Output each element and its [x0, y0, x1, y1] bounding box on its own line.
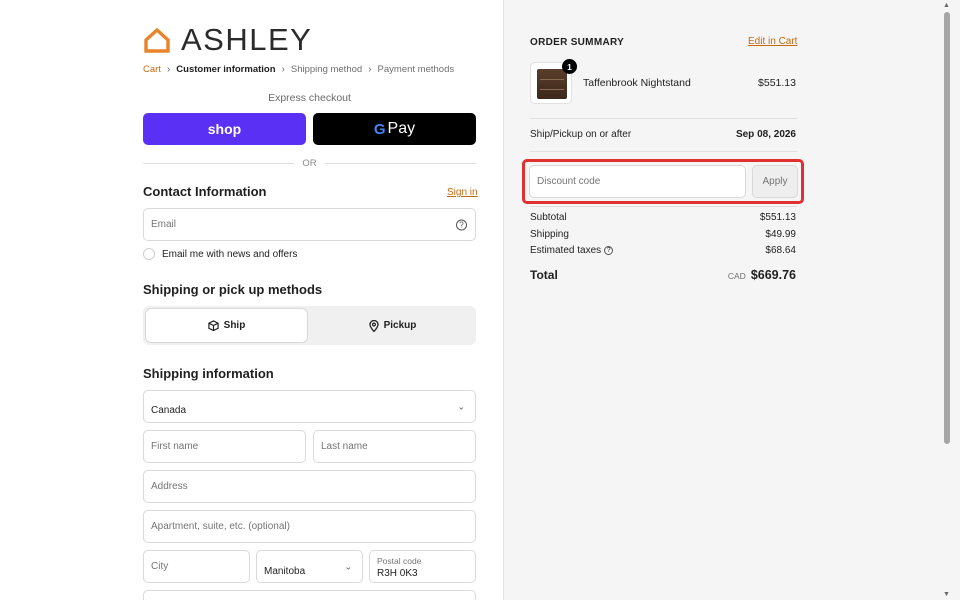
checkout-form-panel: ASHLEY Cart › Customer information › Shi… [0, 0, 503, 600]
page-scrollbar[interactable]: ▲ ▼ [942, 0, 952, 600]
summary-divider [530, 118, 797, 119]
chevron-right-icon: › [166, 64, 171, 75]
nightstand-image [537, 69, 567, 99]
or-divider: OR [143, 158, 476, 169]
shop-pay-label: shop [207, 121, 242, 137]
breadcrumb-payment-methods: Payment methods [377, 64, 455, 75]
info-icon[interactable]: ? [604, 245, 614, 255]
location-pin-icon [368, 319, 379, 332]
postal-code-label: Postal code [377, 556, 422, 566]
express-checkout-label: Express checkout [268, 92, 351, 104]
postal-code-field[interactable]: Postal code R3H 0K3 [369, 550, 476, 583]
product-name: Taffenbrook Nightstand [583, 77, 691, 89]
shipping-methods-title: Shipping or pick up methods [143, 282, 323, 297]
address-field[interactable]: Address [143, 470, 476, 503]
estimated-taxes-row: Estimated taxes? [530, 245, 614, 256]
first-name-placeholder: First name [151, 441, 199, 452]
discount-code-placeholder: Discount code [537, 176, 601, 187]
shipping-information-title: Shipping information [143, 366, 274, 381]
last-name-field[interactable]: Last name [313, 430, 476, 463]
apartment-placeholder: Apartment, suite, etc. (optional) [151, 521, 290, 532]
email-placeholder: Email [151, 219, 177, 230]
estimated-taxes-value: $68.64 [765, 245, 796, 256]
city-field[interactable]: City [143, 550, 250, 583]
postal-code-value: R3H 0K3 [377, 568, 418, 579]
quantity-badge: 1 [562, 59, 577, 74]
scrollbar-thumb[interactable] [944, 12, 950, 444]
chevron-right-icon: › [281, 64, 285, 75]
google-pay-label: Pay [387, 120, 416, 137]
newsletter-label: Email me with news and offers [162, 248, 298, 260]
brand-logo[interactable]: ASHLEY [143, 22, 313, 57]
discount-code-input[interactable]: Discount code [529, 165, 746, 198]
divider-line [324, 163, 476, 164]
pickup-option[interactable]: Pickup [312, 309, 473, 342]
breadcrumb: Cart › Customer information › Shipping m… [143, 64, 454, 75]
product-price: $551.13 [758, 77, 796, 89]
ship-pickup-label: Ship/Pickup on or after [530, 129, 632, 140]
contact-information-title: Contact Information [143, 184, 267, 199]
newsletter-checkbox[interactable] [143, 248, 155, 260]
brand-name: ASHLEY [181, 22, 313, 57]
scroll-down-arrow-icon[interactable]: ▼ [943, 591, 950, 598]
house-outline-icon [144, 27, 170, 53]
summary-divider [530, 206, 797, 207]
pickup-option-label: Pickup [383, 320, 417, 331]
chevron-down-icon: ⌄ [457, 401, 465, 411]
first-name-field[interactable]: First name [143, 430, 306, 463]
email-field[interactable]: Email ? [143, 208, 476, 241]
ship-option-label: Ship [223, 320, 246, 331]
google-pay-button[interactable]: G Pay [313, 113, 476, 145]
breadcrumb-cart[interactable]: Cart [143, 64, 161, 75]
estimated-taxes-label: Estimated taxes [530, 245, 602, 256]
phone-field[interactable] [143, 590, 476, 600]
total-amount: $669.76 [750, 268, 796, 282]
city-placeholder: City [151, 561, 169, 572]
country-value: Canada [151, 405, 187, 416]
help-icon[interactable]: ? [456, 219, 467, 230]
divider-line [143, 163, 295, 164]
summary-divider [530, 151, 797, 152]
address-placeholder: Address [151, 481, 188, 492]
newsletter-checkbox-row[interactable]: Email me with news and offers [143, 248, 297, 260]
subtotal-label: Subtotal [530, 212, 567, 223]
shop-pay-button[interactable]: shop [143, 113, 306, 145]
scroll-up-arrow-icon[interactable]: ▲ [943, 2, 950, 9]
breadcrumb-shipping-method: Shipping method [290, 64, 363, 75]
total-label: Total [530, 268, 558, 282]
total-value-group: CAD $669.76 [728, 268, 796, 282]
shipping-cost-value: $49.99 [765, 229, 796, 240]
google-g-icon: G [373, 120, 386, 138]
apply-discount-button[interactable]: Apply [752, 165, 798, 198]
ship-option[interactable]: Ship [146, 309, 307, 342]
province-value: Manitoba [264, 566, 306, 577]
order-summary-title: ORDER SUMMARY [530, 37, 625, 48]
or-label: OR [302, 158, 317, 169]
chevron-right-icon: › [368, 64, 372, 75]
province-select[interactable]: Manitoba ⌄ [256, 550, 363, 583]
subtotal-value: $551.13 [759, 212, 796, 223]
apartment-field[interactable]: Apartment, suite, etc. (optional) [143, 510, 476, 543]
total-currency: CAD [727, 271, 746, 281]
shipping-cost-label: Shipping [530, 229, 569, 240]
edit-in-cart-link[interactable]: Edit in Cart [748, 36, 797, 47]
sign-in-link[interactable]: Sign in [447, 187, 478, 198]
chevron-down-icon: ⌄ [344, 561, 352, 571]
box-icon [207, 320, 219, 331]
delivery-method-toggle: Ship Pickup [143, 306, 476, 345]
last-name-placeholder: Last name [321, 441, 368, 452]
ship-pickup-date: Sep 08, 2026 [735, 129, 796, 140]
country-select[interactable]: Canada ⌄ [143, 390, 476, 423]
breadcrumb-customer-information: Customer information [176, 64, 276, 75]
